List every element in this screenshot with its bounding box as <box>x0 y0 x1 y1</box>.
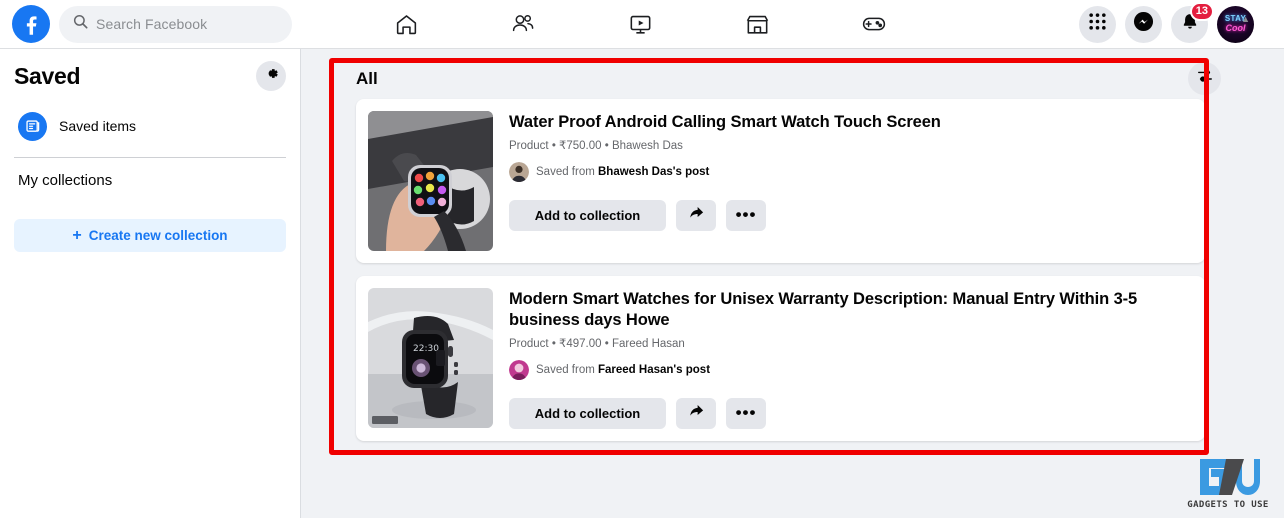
saved-main-content: All Water Proof Android Calling Smart Wa… <box>301 49 1284 518</box>
topbar-left-group: Search Facebook <box>0 5 292 43</box>
search-input[interactable]: Search Facebook <box>59 5 292 43</box>
ellipsis-icon: ••• <box>735 402 757 422</box>
facebook-logo-icon[interactable] <box>12 5 50 43</box>
saved-settings-button[interactable] <box>256 61 286 91</box>
profile-avatar[interactable]: STAY Cool <box>1217 5 1254 43</box>
nav-gaming-button[interactable] <box>848 2 900 46</box>
search-placeholder-text: Search Facebook <box>96 16 208 32</box>
topbar-right-group: 13 STAY Cool ▲ <box>1079 0 1254 48</box>
sidebar-section-my-collections: My collections <box>18 172 113 189</box>
plus-icon: + <box>72 226 82 244</box>
nav-friends-button[interactable] <box>497 2 549 46</box>
saved-item-actions: Add to collection ••• <box>509 199 1191 231</box>
filter-settings-icon <box>1197 68 1213 89</box>
saved-from-name[interactable]: Fareed Hasan's post <box>598 364 710 376</box>
scrollbar-up-arrow[interactable]: ▲ <box>1241 14 1250 24</box>
all-heading: All <box>356 68 378 88</box>
home-icon <box>394 12 419 37</box>
create-new-collection-label: Create new collection <box>88 228 228 243</box>
create-new-collection-button[interactable]: + Create new collection <box>14 219 286 252</box>
saved-item-body: Water Proof Android Calling Smart Watch … <box>509 111 1191 251</box>
messenger-button[interactable] <box>1125 5 1162 43</box>
grid-menu-icon <box>1088 12 1107 36</box>
notifications-badge: 13 <box>1189 1 1214 21</box>
saved-item-meta: Product • ₹750.00 • Bhawesh Das <box>509 139 683 152</box>
saved-from-avatar <box>509 161 529 182</box>
saved-item-actions: Add to collection ••• <box>509 397 1191 429</box>
saved-from-text: Saved from Bhawesh Das's post <box>536 166 709 178</box>
watermark-text: GADGETS TO USE <box>1187 500 1269 510</box>
saved-item-thumbnail[interactable] <box>368 111 493 251</box>
share-button[interactable] <box>676 199 716 231</box>
saved-sidebar: Saved Saved items My collections + Creat… <box>0 49 301 518</box>
saved-from-name[interactable]: Bhawesh Das's post <box>598 166 709 178</box>
saved-content-wrapper: All Water Proof Android Calling Smart Wa… <box>330 58 1231 454</box>
nav-home-button[interactable] <box>380 2 432 46</box>
nav-watch-button[interactable] <box>614 2 666 46</box>
sidebar-item-saved-items[interactable]: Saved items <box>14 105 286 147</box>
ellipsis-icon: ••• <box>735 205 757 225</box>
video-play-icon <box>628 12 653 37</box>
more-options-button[interactable]: ••• <box>726 199 766 231</box>
share-arrow-icon <box>688 204 705 226</box>
sidebar-item-label: Saved items <box>59 118 137 134</box>
saved-item-title[interactable]: Modern Smart Watches for Unisex Warranty… <box>509 289 1191 331</box>
add-to-collection-button[interactable]: Add to collection <box>509 199 666 231</box>
more-options-button[interactable]: ••• <box>726 397 766 429</box>
all-header-row: All <box>330 58 1231 99</box>
nav-marketplace-button[interactable] <box>731 2 783 46</box>
top-navigation-bar: Search Facebook 13 STAY Cool ▲ <box>0 0 1284 49</box>
saved-from-row: Saved from Bhawesh Das's post <box>509 161 1191 182</box>
saved-item-card[interactable]: 22:30 Modern Smart Watches for Unisex Wa… <box>356 276 1205 441</box>
grid-menu-button[interactable] <box>1079 5 1116 43</box>
avatar-text-line2: Cool <box>1225 23 1246 33</box>
page-title: Saved <box>14 62 81 89</box>
saved-from-avatar <box>509 359 529 380</box>
notifications-button[interactable]: 13 <box>1171 1 1214 43</box>
gadgets-to-use-logo-icon <box>1200 459 1260 495</box>
marketplace-store-icon <box>745 12 770 37</box>
watermark: GADGETS TO USE <box>1184 455 1272 510</box>
friends-icon <box>510 11 536 37</box>
saved-item-body: Modern Smart Watches for Unisex Warranty… <box>509 288 1191 429</box>
hand-holding-smartwatch-photo <box>368 111 493 251</box>
saved-item-meta: Product • ₹497.00 • Fareed Hasan <box>509 337 685 350</box>
saved-items-icon <box>18 111 47 141</box>
share-arrow-icon <box>688 402 705 424</box>
messenger-icon <box>1133 11 1154 37</box>
saved-from-text: Saved from Fareed Hasan's post <box>536 364 710 376</box>
saved-from-prefix: Saved from <box>536 363 598 376</box>
black-smartwatch-product-photo: 22:30 <box>368 288 493 428</box>
topbar-nav-group <box>380 0 900 48</box>
saved-item-title[interactable]: Water Proof Android Calling Smart Watch … <box>509 112 1191 133</box>
sidebar-header: Saved <box>14 61 286 91</box>
saved-item-card[interactable]: Water Proof Android Calling Smart Watch … <box>356 99 1205 263</box>
gear-icon <box>263 65 280 87</box>
thumbnail-time-label: 22:30 <box>413 344 439 354</box>
share-button[interactable] <box>676 397 716 429</box>
gaming-controller-icon <box>861 11 887 37</box>
saved-item-thumbnail[interactable]: 22:30 <box>368 288 493 428</box>
search-icon <box>73 14 88 34</box>
filter-settings-button[interactable] <box>1188 62 1221 95</box>
saved-from-prefix: Saved from <box>536 165 598 178</box>
add-to-collection-button[interactable]: Add to collection <box>509 397 666 429</box>
saved-from-row: Saved from Fareed Hasan's post <box>509 359 1191 380</box>
